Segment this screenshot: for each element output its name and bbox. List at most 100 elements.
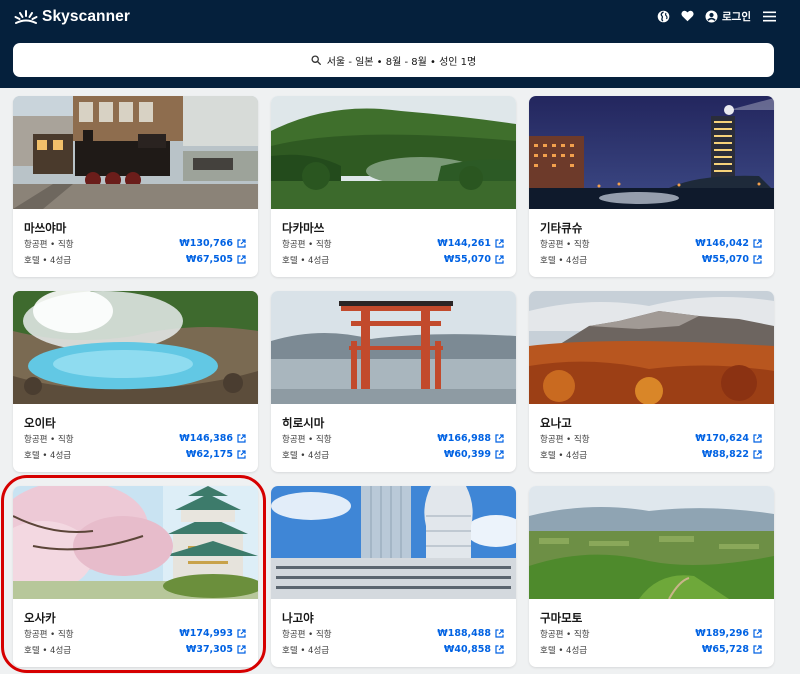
hotel-price: ₩88,822 xyxy=(701,449,749,460)
destination-photo xyxy=(13,291,258,404)
external-link-icon xyxy=(237,434,246,443)
hotel-price-row[interactable]: 호텔 • 4성급 ₩60,399 xyxy=(282,448,504,461)
hotel-price: ₩37,305 xyxy=(185,644,233,655)
destination-photo xyxy=(529,96,774,209)
external-link-icon xyxy=(237,629,246,638)
hotel-price: ₩55,070 xyxy=(443,254,491,265)
login-label: 로그인 xyxy=(722,10,751,23)
flight-price: ₩170,624 xyxy=(695,433,749,444)
hotel-price: ₩55,070 xyxy=(701,254,749,265)
flight-price-row[interactable]: 항공편 • 직항 ₩146,042 xyxy=(540,237,762,250)
flight-label: 항공편 • 직항 xyxy=(24,239,74,250)
destination-name: 오사카 xyxy=(24,611,56,625)
hotel-label: 호텔 • 4성급 xyxy=(24,450,72,461)
flight-price: ₩130,766 xyxy=(179,238,233,249)
hotel-price: ₩67,505 xyxy=(185,254,233,265)
flight-label: 항공편 • 직항 xyxy=(282,434,332,445)
flight-price-row[interactable]: 항공편 • 직항 ₩189,296 xyxy=(540,627,762,640)
destination-card[interactable]: 마쓰야마 항공편 • 직항 ₩130,766 호텔 • 4성급 ₩67,505 xyxy=(13,96,258,277)
search-summary-bar[interactable]: 서울 - 일본 • 8월 - 8월 • 성인 1명 xyxy=(13,43,774,77)
menu-icon xyxy=(763,11,776,21)
flight-label: 항공편 • 직항 xyxy=(24,434,74,445)
destination-card[interactable]: 다카마쓰 항공편 • 직항 ₩144,261 호텔 • 4성급 ₩55,070 xyxy=(271,96,516,277)
hotel-price-row[interactable]: 호텔 • 4성급 ₩40,858 xyxy=(282,643,504,656)
flight-price-row[interactable]: 항공편 • 직항 ₩170,624 xyxy=(540,432,762,445)
external-link-icon xyxy=(495,629,504,638)
destination-photo xyxy=(271,486,516,599)
search-summary-text: 서울 - 일본 • 8월 - 8월 • 성인 1명 xyxy=(326,56,477,68)
globe-icon xyxy=(657,10,670,22)
skyscanner-logo[interactable]: Skyscanner xyxy=(13,6,130,28)
hotel-label: 호텔 • 4성급 xyxy=(24,645,72,656)
destination-photo xyxy=(271,291,516,404)
destination-name: 히로시마 xyxy=(282,416,325,430)
destination-name: 마쓰야마 xyxy=(24,221,67,235)
header-actions: 로그인 xyxy=(646,6,776,26)
flight-price-row[interactable]: 항공편 • 직항 ₩144,261 xyxy=(282,237,504,250)
destination-grid: 마쓰야마 항공편 • 직항 ₩130,766 호텔 • 4성급 ₩67,505 xyxy=(0,88,800,674)
hotel-price: ₩65,728 xyxy=(701,644,749,655)
destination-photo xyxy=(271,96,516,209)
destination-card[interactable]: 기타큐슈 항공편 • 직항 ₩146,042 호텔 • 4성급 ₩55,070 xyxy=(529,96,774,277)
external-link-icon xyxy=(753,450,762,459)
external-link-icon xyxy=(237,239,246,248)
flight-price: ₩189,296 xyxy=(695,628,749,639)
destination-photo xyxy=(13,486,258,599)
external-link-icon xyxy=(753,239,762,248)
favorites-button[interactable] xyxy=(681,6,694,26)
external-link-icon xyxy=(237,645,246,654)
hotel-price-row[interactable]: 호텔 • 4성급 ₩55,070 xyxy=(282,253,504,266)
hotel-price-row[interactable]: 호텔 • 4성급 ₩88,822 xyxy=(540,448,762,461)
external-link-icon xyxy=(495,450,504,459)
flight-price: ₩144,261 xyxy=(437,238,491,249)
external-link-icon xyxy=(753,645,762,654)
flight-label: 항공편 • 직항 xyxy=(24,629,74,640)
hotel-price-row[interactable]: 호텔 • 4성급 ₩67,505 xyxy=(24,253,246,266)
external-link-icon xyxy=(753,434,762,443)
flight-label: 항공편 • 직항 xyxy=(540,239,590,250)
flight-label: 항공편 • 직항 xyxy=(540,629,590,640)
destination-name: 구마모토 xyxy=(540,611,583,625)
hotel-price: ₩60,399 xyxy=(443,449,491,460)
hotel-label: 호텔 • 4성급 xyxy=(282,645,330,656)
flight-price: ₩146,386 xyxy=(179,433,233,444)
flight-price-row[interactable]: 항공편 • 직항 ₩174,993 xyxy=(24,627,246,640)
destination-card[interactable]: 히로시마 항공편 • 직항 ₩166,988 호텔 • 4성급 ₩60,399 xyxy=(271,291,516,472)
search-icon xyxy=(311,55,321,65)
flight-label: 항공편 • 직항 xyxy=(282,239,332,250)
hotel-price: ₩40,858 xyxy=(443,644,491,655)
language-region-button[interactable] xyxy=(657,6,670,26)
hotel-price-row[interactable]: 호텔 • 4성급 ₩65,728 xyxy=(540,643,762,656)
destination-card[interactable]: 나고야 항공편 • 직항 ₩188,488 호텔 • 4성급 ₩40,858 xyxy=(271,486,516,667)
destination-photo xyxy=(13,96,258,209)
destination-name: 다카마쓰 xyxy=(282,221,325,235)
hotel-price-row[interactable]: 호텔 • 4성급 ₩37,305 xyxy=(24,643,246,656)
destination-card[interactable]: 요나고 항공편 • 직항 ₩170,624 호텔 • 4성급 ₩88,822 xyxy=(529,291,774,472)
menu-button[interactable] xyxy=(763,6,776,26)
flight-price: ₩166,988 xyxy=(437,433,491,444)
external-link-icon xyxy=(237,450,246,459)
external-link-icon xyxy=(753,629,762,638)
top-navigation-bar: Skyscanner 로그인 서울 - 일본 • 8월 - 8월 • 성인 1명 xyxy=(0,0,800,88)
flight-price-row[interactable]: 항공편 • 직항 ₩188,488 xyxy=(282,627,504,640)
flight-price-row[interactable]: 항공편 • 직항 ₩146,386 xyxy=(24,432,246,445)
login-button[interactable]: 로그인 xyxy=(705,6,751,26)
flight-price-row[interactable]: 항공편 • 직항 ₩166,988 xyxy=(282,432,504,445)
destination-card[interactable]: 오이타 항공편 • 직항 ₩146,386 호텔 • 4성급 ₩62,175 xyxy=(13,291,258,472)
hotel-price-row[interactable]: 호텔 • 4성급 ₩62,175 xyxy=(24,448,246,461)
flight-price-row[interactable]: 항공편 • 직항 ₩130,766 xyxy=(24,237,246,250)
hotel-label: 호텔 • 4성급 xyxy=(24,255,72,266)
sunburst-logo-icon xyxy=(14,10,38,24)
destination-name: 오이타 xyxy=(24,416,56,430)
hotel-label: 호텔 • 4성급 xyxy=(540,645,588,656)
destination-name: 기타큐슈 xyxy=(540,221,583,235)
flight-label: 항공편 • 직항 xyxy=(282,629,332,640)
destination-name: 나고야 xyxy=(282,611,314,625)
hotel-price-row[interactable]: 호텔 • 4성급 ₩55,070 xyxy=(540,253,762,266)
hotel-label: 호텔 • 4성급 xyxy=(282,255,330,266)
heart-icon xyxy=(681,10,694,22)
destination-card[interactable]: 오사카 항공편 • 직항 ₩174,993 호텔 • 4성급 ₩37,305 xyxy=(13,486,258,667)
external-link-icon xyxy=(237,255,246,264)
destination-card[interactable]: 구마모토 항공편 • 직항 ₩189,296 호텔 • 4성급 ₩65,728 xyxy=(529,486,774,667)
flight-price: ₩146,042 xyxy=(695,238,749,249)
